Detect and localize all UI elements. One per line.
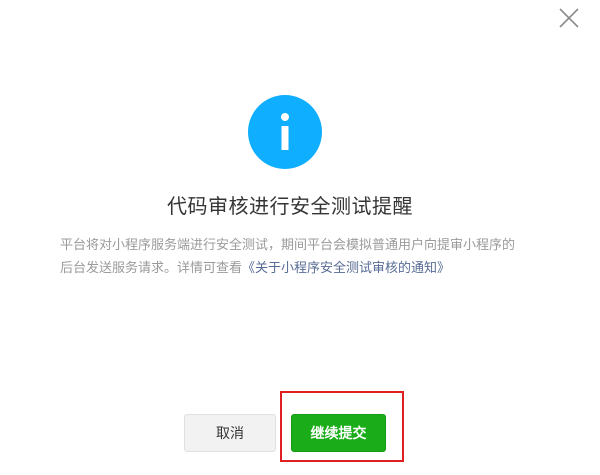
security-test-dialog: 代码审核进行安全测试提醒 平台将对小程序服务端进行安全测试，期间平台会模拟普通用…	[0, 0, 600, 475]
security-test-notice-link[interactable]: 《关于小程序安全测试审核的通知》	[242, 261, 450, 276]
close-icon[interactable]	[558, 7, 580, 29]
dialog-description: 平台将对小程序服务端进行安全测试，期间平台会模拟普通用户向提审小程序的后台发送服…	[60, 234, 520, 280]
dialog-title: 代码审核进行安全测试提醒	[167, 194, 413, 218]
continue-submit-button[interactable]: 继续提交	[291, 414, 386, 452]
info-icon	[248, 95, 322, 169]
cancel-button[interactable]: 取消	[184, 414, 276, 452]
